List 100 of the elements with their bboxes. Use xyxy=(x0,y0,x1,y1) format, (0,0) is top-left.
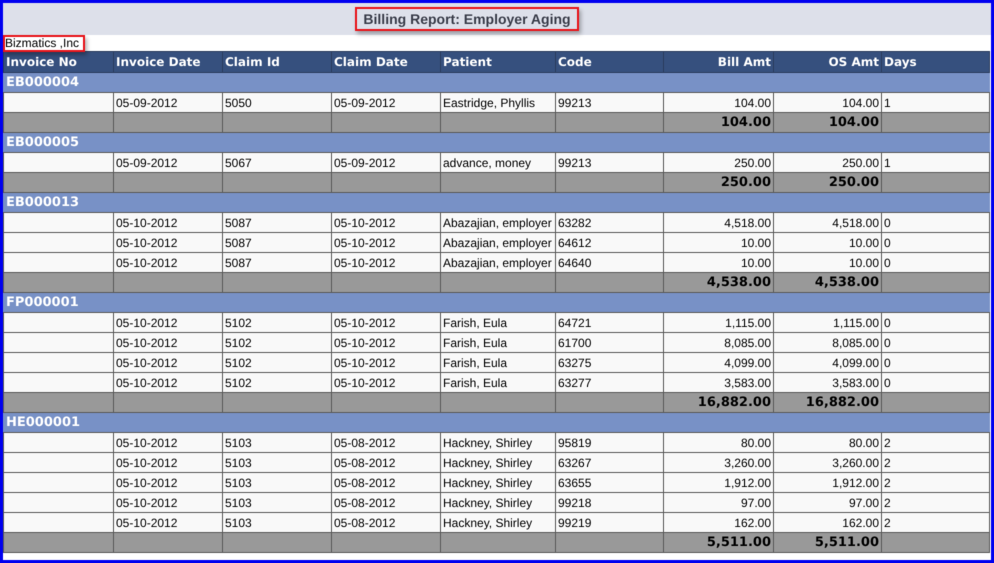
table-cell: 05-10-2012 xyxy=(114,332,222,352)
table-cell: 5102 xyxy=(222,312,332,332)
table-cell: 250.00 xyxy=(664,172,774,192)
table-cell: 0 xyxy=(882,252,990,272)
table-cell: 0 xyxy=(882,372,990,392)
table-cell: 1,115.00 xyxy=(664,312,774,332)
table-cell: 05-08-2012 xyxy=(332,472,440,492)
table-cell: 05-09-2012 xyxy=(114,92,222,112)
table-cell: 8,085.00 xyxy=(664,332,774,352)
table-cell: 63267 xyxy=(556,452,664,472)
table-cell: 250.00 xyxy=(774,172,882,192)
table-cell: 05-10-2012 xyxy=(114,492,222,512)
report-title: Billing Report: Employer Aging xyxy=(355,7,579,31)
column-header: Invoice No xyxy=(4,52,114,72)
table-cell: 5050 xyxy=(222,92,332,112)
table-cell: 2 xyxy=(882,492,990,512)
table-cell: 104.00 xyxy=(774,92,882,112)
table-cell: 0 xyxy=(882,352,990,372)
table-cell: 97.00 xyxy=(774,492,882,512)
table-cell: 5103 xyxy=(222,432,332,452)
table-cell: 99218 xyxy=(556,492,664,512)
table-cell: 104.00 xyxy=(664,92,774,112)
table-cell: 5,511.00 xyxy=(664,532,774,552)
table-cell: 250.00 xyxy=(664,152,774,172)
table-cell: 5087 xyxy=(222,252,332,272)
table-cell: 104.00 xyxy=(664,112,774,132)
table-cell: 3,583.00 xyxy=(664,372,774,392)
table-cell: 05-10-2012 xyxy=(114,232,222,252)
column-header: Days xyxy=(882,52,990,72)
table-cell: 05-09-2012 xyxy=(114,152,222,172)
column-header: Claim Id xyxy=(222,52,332,72)
table-cell: 5102 xyxy=(222,332,332,352)
table-cell: 0 xyxy=(882,312,990,332)
table-cell: 05-10-2012 xyxy=(114,372,222,392)
table-cell: Abazajian, employer xyxy=(440,232,556,252)
table-cell: 61700 xyxy=(556,332,664,352)
table-cell: 10.00 xyxy=(774,252,882,272)
column-header: OS Amt xyxy=(774,52,882,72)
table-cell: Abazajian, employer xyxy=(440,252,556,272)
table-cell: 104.00 xyxy=(774,112,882,132)
table-cell: 64612 xyxy=(556,232,664,252)
table-cell: 16,882.00 xyxy=(664,392,774,412)
table-cell: 4,518.00 xyxy=(664,212,774,232)
table-cell: advance, money xyxy=(440,152,556,172)
table-cell: 64721 xyxy=(556,312,664,332)
table-cell: 05-10-2012 xyxy=(114,432,222,452)
table-cell: Farish, Eula xyxy=(440,312,556,332)
table-cell: Abazajian, employer xyxy=(440,212,556,232)
table-cell: 05-10-2012 xyxy=(114,312,222,332)
invoice-group-header: EB000013 xyxy=(4,192,990,212)
table-cell: 99219 xyxy=(556,512,664,532)
table-cell: 5103 xyxy=(222,452,332,472)
table-cell: 1 xyxy=(882,152,990,172)
column-header: Bill Amt xyxy=(664,52,774,72)
table-cell: 3,260.00 xyxy=(774,452,882,472)
table-cell: 0 xyxy=(882,212,990,232)
table-cell: 63277 xyxy=(556,372,664,392)
column-header: Claim Date xyxy=(332,52,440,72)
table-cell: 99213 xyxy=(556,92,664,112)
table-cell: 4,518.00 xyxy=(774,212,882,232)
table-cell: 3,583.00 xyxy=(774,372,882,392)
table-cell: 5103 xyxy=(222,512,332,532)
table-cell: 05-08-2012 xyxy=(332,492,440,512)
table-cell: 5087 xyxy=(222,212,332,232)
table-cell: 0 xyxy=(882,232,990,252)
table-cell: 05-10-2012 xyxy=(332,372,440,392)
table-cell: Hackney, Shirley xyxy=(440,512,556,532)
table-cell: 05-10-2012 xyxy=(114,472,222,492)
table-cell: Eastridge, Phyllis xyxy=(440,92,556,112)
table-cell: 97.00 xyxy=(664,492,774,512)
table-cell: 05-10-2012 xyxy=(332,212,440,232)
table-cell: 5,511.00 xyxy=(774,532,882,552)
invoice-group-header: FP000001 xyxy=(4,292,990,312)
invoice-group-header: HE000001 xyxy=(4,412,990,432)
table-cell: 250.00 xyxy=(774,152,882,172)
table-cell: 162.00 xyxy=(774,512,882,532)
table-cell: 8,085.00 xyxy=(774,332,882,352)
table-cell: 05-10-2012 xyxy=(114,352,222,372)
invoice-group-header: EB000005 xyxy=(4,132,990,152)
table-cell: 63282 xyxy=(556,212,664,232)
table-cell: 4,099.00 xyxy=(774,352,882,372)
column-header: Code xyxy=(556,52,664,72)
table-cell: 2 xyxy=(882,512,990,532)
table-cell: 0 xyxy=(882,332,990,352)
table-cell: 5102 xyxy=(222,372,332,392)
table-cell: 05-10-2012 xyxy=(114,252,222,272)
table-cell: 2 xyxy=(882,452,990,472)
table-cell: 80.00 xyxy=(774,432,882,452)
table-cell: 63655 xyxy=(556,472,664,492)
table-cell: 5102 xyxy=(222,352,332,372)
table-cell: 10.00 xyxy=(664,232,774,252)
table-cell: 05-08-2012 xyxy=(332,452,440,472)
table-cell: 05-10-2012 xyxy=(332,232,440,252)
table-cell: 10.00 xyxy=(664,252,774,272)
table-cell: 5103 xyxy=(222,492,332,512)
table-cell: 1 xyxy=(882,92,990,112)
table-cell: 5067 xyxy=(222,152,332,172)
table-cell: 05-10-2012 xyxy=(114,512,222,532)
table-cell: 1,912.00 xyxy=(664,472,774,492)
table-cell: 3,260.00 xyxy=(664,452,774,472)
